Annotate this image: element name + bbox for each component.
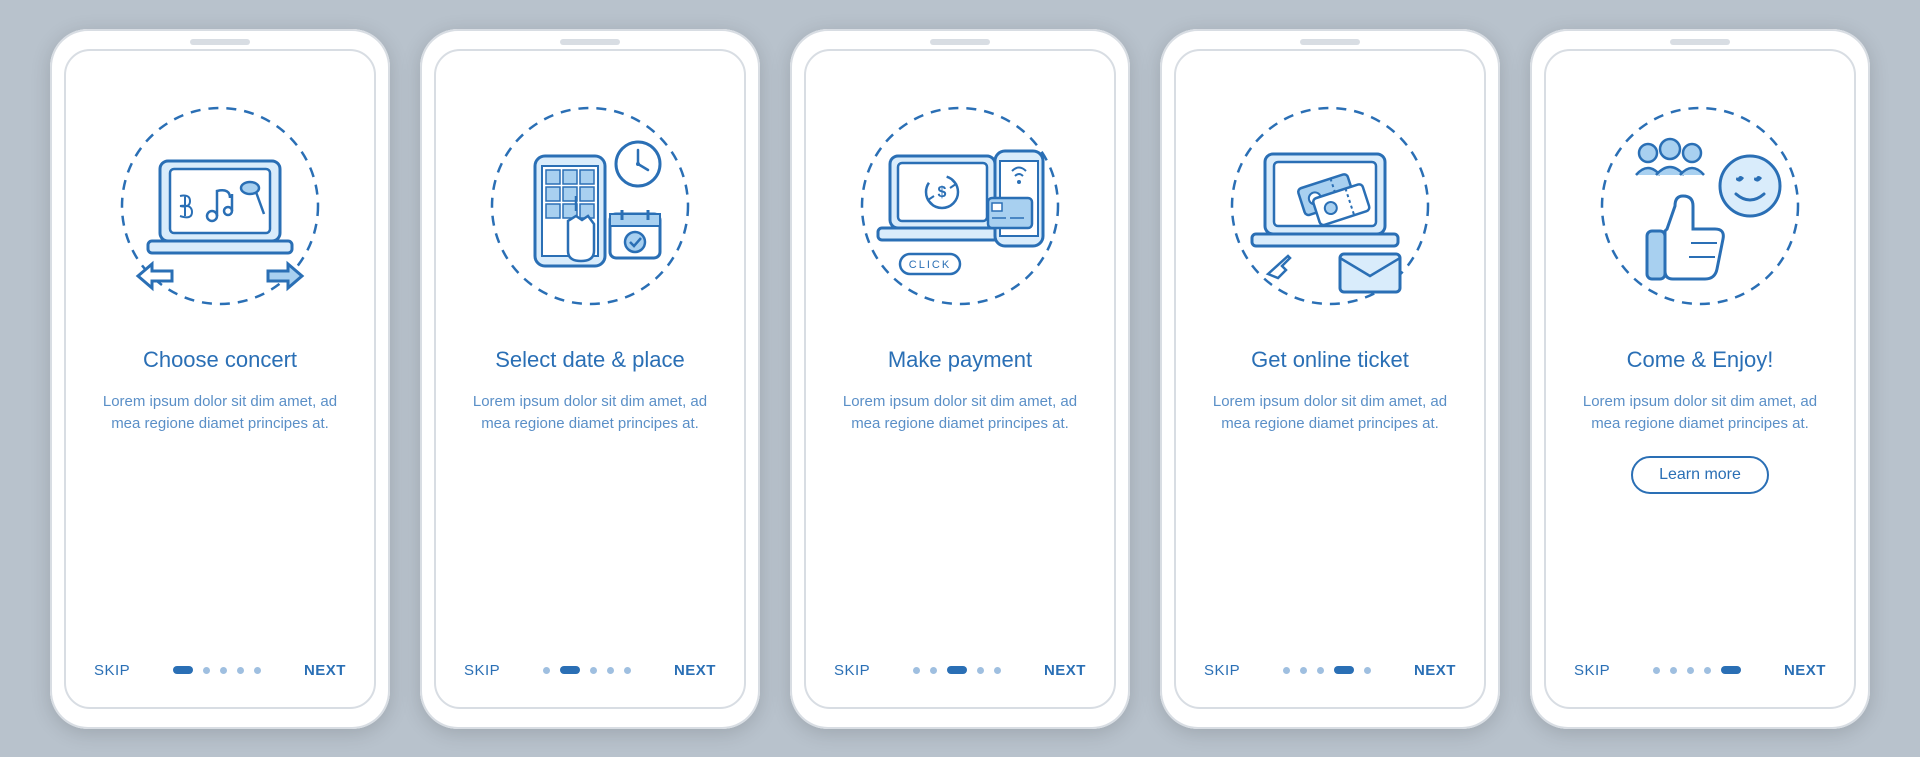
ticket-icon xyxy=(1225,101,1435,311)
phone-screen: Come & Enjoy! Lorem ipsum dolor sit dim … xyxy=(1544,49,1856,709)
page-dot-4[interactable] xyxy=(1364,667,1371,674)
skip-button[interactable]: SKIP xyxy=(1204,662,1240,679)
page-indicator xyxy=(543,666,631,674)
enjoy-icon xyxy=(1595,101,1805,311)
skip-button[interactable]: SKIP xyxy=(94,662,130,679)
onboarding-title: Select date & place xyxy=(495,347,685,373)
page-dot-0[interactable] xyxy=(173,666,193,674)
phone-speaker xyxy=(1300,39,1360,45)
page-dot-1[interactable] xyxy=(930,667,937,674)
page-dot-0[interactable] xyxy=(1653,667,1660,674)
learn-more-button[interactable]: Learn more xyxy=(1631,456,1769,494)
phone-make-payment: $ CLICK Make payment Lorem ipsum dolor s… xyxy=(790,29,1130,729)
phone-select-date: Select date & place Lorem ipsum dolor si… xyxy=(420,29,760,729)
phone-screen: Get online ticket Lorem ipsum dolor sit … xyxy=(1174,49,1486,709)
onboarding-footer: SKIP NEXT xyxy=(1204,662,1456,679)
phone-screen: $ CLICK Make payment Lorem ipsum dolor s… xyxy=(804,49,1116,709)
onboarding-title: Make payment xyxy=(888,347,1032,373)
page-dot-4[interactable] xyxy=(624,667,631,674)
phone-come-enjoy: Come & Enjoy! Lorem ipsum dolor sit dim … xyxy=(1530,29,1870,729)
phone-speaker xyxy=(190,39,250,45)
page-dot-1[interactable] xyxy=(1670,667,1677,674)
page-dot-4[interactable] xyxy=(1721,666,1741,674)
next-button[interactable]: NEXT xyxy=(1414,662,1456,679)
phone-speaker xyxy=(1670,39,1730,45)
page-dot-1[interactable] xyxy=(1300,667,1307,674)
phone-screen: Choose concert Lorem ipsum dolor sit dim… xyxy=(64,49,376,709)
page-dot-4[interactable] xyxy=(994,667,1001,674)
page-indicator xyxy=(1283,666,1371,674)
laptop-music-icon xyxy=(115,101,325,311)
page-dot-3[interactable] xyxy=(977,667,984,674)
date-place-icon xyxy=(485,101,695,311)
page-dot-2[interactable] xyxy=(947,666,967,674)
next-button[interactable]: NEXT xyxy=(674,662,716,679)
onboarding-body: Lorem ipsum dolor sit dim amet, ad mea r… xyxy=(1580,391,1820,436)
skip-button[interactable]: SKIP xyxy=(1574,662,1610,679)
page-dot-0[interactable] xyxy=(1283,667,1290,674)
page-dot-3[interactable] xyxy=(607,667,614,674)
onboarding-title: Get online ticket xyxy=(1251,347,1409,373)
page-indicator xyxy=(913,666,1001,674)
phone-screen: Select date & place Lorem ipsum dolor si… xyxy=(434,49,746,709)
phone-speaker xyxy=(560,39,620,45)
next-button[interactable]: NEXT xyxy=(1044,662,1086,679)
onboarding-footer: SKIP NEXT xyxy=(94,662,346,679)
onboarding-footer: SKIP NEXT xyxy=(1574,662,1826,679)
skip-button[interactable]: SKIP xyxy=(464,662,500,679)
page-dot-2[interactable] xyxy=(590,667,597,674)
next-button[interactable]: NEXT xyxy=(1784,662,1826,679)
page-dot-2[interactable] xyxy=(1317,667,1324,674)
page-dot-4[interactable] xyxy=(254,667,261,674)
page-dot-1[interactable] xyxy=(203,667,210,674)
onboarding-footer: SKIP NEXT xyxy=(834,662,1086,679)
onboarding-body: Lorem ipsum dolor sit dim amet, ad mea r… xyxy=(100,391,340,436)
phone-choose-concert: Choose concert Lorem ipsum dolor sit dim… xyxy=(50,29,390,729)
page-dot-2[interactable] xyxy=(220,667,227,674)
page-indicator xyxy=(1653,666,1741,674)
phone-get-ticket: Get online ticket Lorem ipsum dolor sit … xyxy=(1160,29,1500,729)
onboarding-title: Come & Enjoy! xyxy=(1627,347,1774,373)
next-button[interactable]: NEXT xyxy=(304,662,346,679)
onboarding-title: Choose concert xyxy=(143,347,297,373)
onboarding-body: Lorem ipsum dolor sit dim amet, ad mea r… xyxy=(840,391,1080,436)
page-dot-1[interactable] xyxy=(560,666,580,674)
payment-icon: $ CLICK xyxy=(855,101,1065,311)
page-dot-0[interactable] xyxy=(913,667,920,674)
page-indicator xyxy=(173,666,261,674)
phone-speaker xyxy=(930,39,990,45)
svg-text:$: $ xyxy=(938,184,947,201)
page-dot-2[interactable] xyxy=(1687,667,1694,674)
skip-button[interactable]: SKIP xyxy=(834,662,870,679)
onboarding-body: Lorem ipsum dolor sit dim amet, ad mea r… xyxy=(1210,391,1450,436)
page-dot-3[interactable] xyxy=(1334,666,1354,674)
page-dot-3[interactable] xyxy=(1704,667,1711,674)
svg-text:CLICK: CLICK xyxy=(909,259,951,271)
page-dot-0[interactable] xyxy=(543,667,550,674)
page-dot-3[interactable] xyxy=(237,667,244,674)
onboarding-footer: SKIP NEXT xyxy=(464,662,716,679)
onboarding-body: Lorem ipsum dolor sit dim amet, ad mea r… xyxy=(470,391,710,436)
